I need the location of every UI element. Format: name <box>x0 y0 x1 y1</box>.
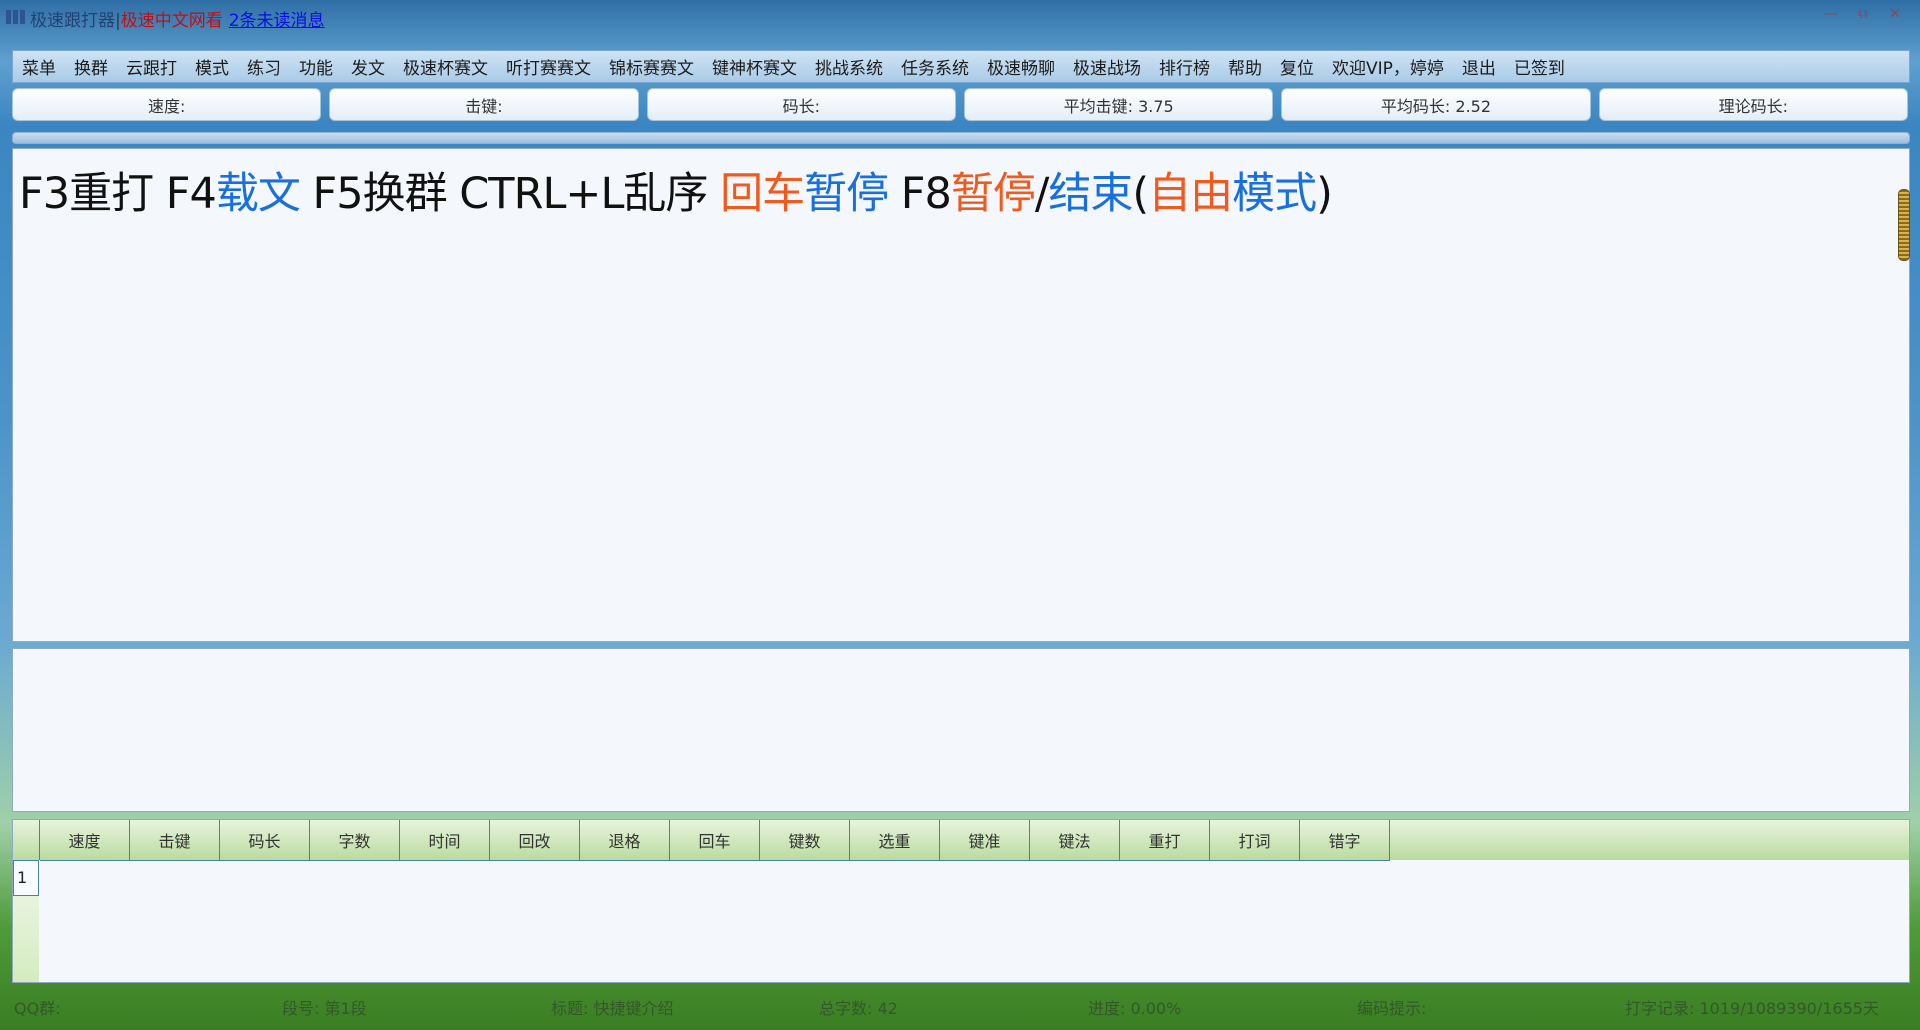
column-header[interactable]: 时间 <box>400 820 490 861</box>
menu-item-reset[interactable]: 复位 <box>1271 54 1323 79</box>
scroll-thumb[interactable] <box>1898 189 1910 261</box>
hint-segment: F3重打 F4 <box>19 169 217 219</box>
typing-input-area[interactable] <box>12 648 1910 812</box>
menu-item-jisu-cup[interactable]: 极速杯赛文 <box>394 54 497 79</box>
menu-item-tasks[interactable]: 任务系统 <box>892 54 978 79</box>
close-icon[interactable]: ✕ <box>1884 6 1906 24</box>
keystroke-stat[interactable]: 击键: <box>329 88 639 121</box>
menu-item-leaderboard[interactable]: 排行榜 <box>1150 54 1219 79</box>
menu-item-send-text[interactable]: 发文 <box>342 54 394 79</box>
code-length-stat[interactable]: 码长: <box>646 88 956 121</box>
column-header[interactable]: 码长 <box>220 820 310 861</box>
article-title: 标题: 快捷键介绍 <box>551 999 674 1018</box>
column-header[interactable]: 回车 <box>670 820 760 861</box>
results-grid: 速度 击键 码长 字数 时间 回改 退格 回车 键数 选重 键准 键法 重打 打… <box>12 819 1910 983</box>
column-header[interactable]: 键准 <box>940 820 1030 861</box>
hint-segment: F8 <box>888 169 952 219</box>
column-header[interactable]: 重打 <box>1120 820 1210 861</box>
paragraph-number: 段号: 第1段 <box>282 999 367 1018</box>
menu-item-menu[interactable]: 菜单 <box>13 54 65 79</box>
row-number[interactable]: 1 <box>13 860 39 896</box>
column-header[interactable]: 击键 <box>130 820 220 861</box>
hint-segment: 模式 <box>1232 169 1317 219</box>
column-header[interactable]: 打词 <box>1210 820 1300 861</box>
column-header[interactable]: 字数 <box>310 820 400 861</box>
menu-bar: 菜单 换群 云跟打 模式 练习 功能 发文 极速杯赛文 听打赛赛文 锦标赛赛文 … <box>12 50 1910 83</box>
column-header[interactable]: 退格 <box>580 820 670 861</box>
menu-item-help[interactable]: 帮助 <box>1219 54 1271 79</box>
typing-progress-bar <box>12 132 1910 144</box>
menu-item-challenge[interactable]: 挑战系统 <box>806 54 892 79</box>
column-header[interactable]: 选重 <box>850 820 940 861</box>
app-name: 极速跟打器 <box>30 11 115 31</box>
code-hint: 编码提示: <box>1357 999 1427 1018</box>
unread-messages-link[interactable]: 2条未读消息 <box>229 11 325 31</box>
progress-percent: 进度: 0.00% <box>1088 999 1182 1018</box>
menu-item-jianshen-cup[interactable]: 键神杯赛文 <box>703 54 806 79</box>
vertical-scrollbar[interactable] <box>1897 149 1910 641</box>
title-bar: 极速跟打器|极速中文网看 2条未读消息 — ⧉ ✕ <box>0 0 1920 36</box>
grid-icon[interactable] <box>6 10 26 24</box>
hint-segment: ( <box>1132 169 1149 219</box>
column-header[interactable]: 速度 <box>40 820 130 861</box>
shortcut-hint-text: F3重打 F4载文 F5换群 CTRL+L乱序 回车暂停 F8暂停/结束(自由模… <box>19 159 1333 221</box>
hint-segment: 载文 <box>215 169 301 219</box>
grid-corner <box>13 820 40 860</box>
stats-bar: 速度: 击键: 码长: 平均击键: 3.75 平均码长: 2.52 理论码长: <box>12 88 1908 122</box>
hint-segment: ) <box>1316 169 1333 219</box>
window-title: 极速跟打器|极速中文网看 2条未读消息 <box>30 6 325 31</box>
column-header[interactable]: 回改 <box>490 820 580 861</box>
speed-stat[interactable]: 速度: <box>12 88 322 121</box>
qq-group-label[interactable]: QQ群: <box>14 995 61 1019</box>
hint-segment: / <box>1034 169 1049 219</box>
menu-item-listen-match[interactable]: 听打赛赛文 <box>497 54 600 79</box>
restore-icon[interactable]: ⧉ <box>1852 6 1874 24</box>
hint-segment: 暂停 <box>950 169 1036 219</box>
site-link[interactable]: 极速中文网看 <box>121 11 223 31</box>
menu-item-battlefield[interactable]: 极速战场 <box>1064 54 1150 79</box>
minimize-icon[interactable]: — <box>1820 6 1842 24</box>
menu-item-welcome-vip[interactable]: 欢迎VIP，婷婷 <box>1323 54 1453 79</box>
theory-code-length-stat[interactable]: 理论码长: <box>1598 88 1908 121</box>
avg-keystroke-stat[interactable]: 平均击键: 3.75 <box>963 88 1274 121</box>
grid-header: 速度 击键 码长 字数 时间 回改 退格 回车 键数 选重 键准 键法 重打 打… <box>13 820 1909 861</box>
menu-item-practice[interactable]: 练习 <box>238 54 290 79</box>
menu-item-chat[interactable]: 极速畅聊 <box>978 54 1064 79</box>
hint-segment: 结束 <box>1048 169 1133 219</box>
menu-item-exit[interactable]: 退出 <box>1453 54 1505 79</box>
hint-segment: 回车 <box>720 169 805 219</box>
column-header[interactable]: 键法 <box>1030 820 1120 861</box>
column-header[interactable]: 键数 <box>760 820 850 861</box>
menu-item-championship[interactable]: 锦标赛赛文 <box>600 54 703 79</box>
menu-item-cloud-type[interactable]: 云跟打 <box>117 54 186 79</box>
column-header[interactable]: 错字 <box>1300 820 1390 861</box>
source-text-area[interactable]: F3重打 F4载文 F5换群 CTRL+L乱序 回车暂停 F8暂停/结束(自由模… <box>12 148 1910 642</box>
menu-item-functions[interactable]: 功能 <box>290 54 342 79</box>
avg-code-length-stat[interactable]: 平均码长: 2.52 <box>1281 88 1591 121</box>
typing-record: 打字记录: 1019/1089390/1655天 <box>1625 999 1879 1018</box>
menu-item-mode[interactable]: 模式 <box>186 54 238 79</box>
hint-segment: F5换群 CTRL+L乱序 <box>299 169 721 219</box>
total-characters: 总字数: 42 <box>819 999 898 1018</box>
hint-segment: 暂停 <box>804 169 889 219</box>
menu-item-switch-group[interactable]: 换群 <box>65 54 117 79</box>
menu-item-signed-in[interactable]: 已签到 <box>1505 54 1574 79</box>
status-bar: QQ群: 段号: 第1段 标题: 快捷键介绍 总字数: 42 进度: 0.00%… <box>0 990 1920 1020</box>
hint-segment: 自由 <box>1148 169 1233 219</box>
